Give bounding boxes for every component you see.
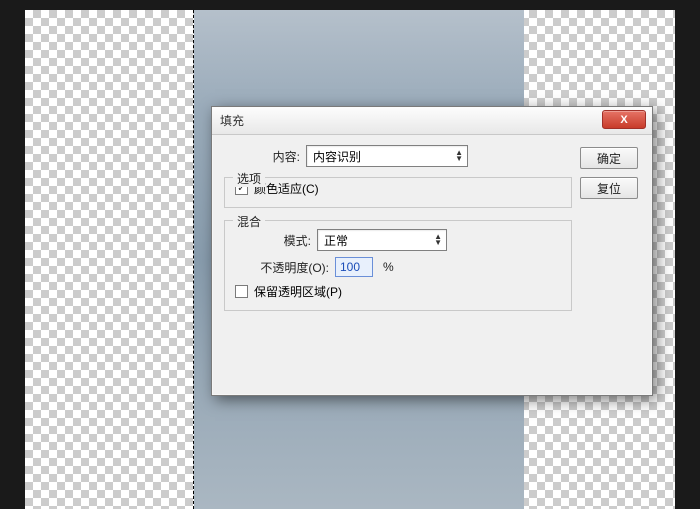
close-button[interactable]: X <box>602 110 646 129</box>
dialog-right-buttons: 确定 复位 <box>580 147 638 207</box>
content-label: 内容: <box>224 148 306 165</box>
ok-button[interactable]: 确定 <box>580 147 638 169</box>
dropdown-arrows-icon: ▲▼ <box>455 150 463 162</box>
content-dropdown-value: 内容识别 <box>313 148 361 165</box>
dropdown-arrows-icon: ▲▼ <box>434 234 442 246</box>
content-dropdown[interactable]: 内容识别 ▲▼ <box>306 145 468 167</box>
preserve-transparency-row: 保留透明区域(P) <box>235 283 561 300</box>
dialog-title: 填充 <box>220 112 244 129</box>
close-icon: X <box>620 114 627 126</box>
mode-label: 模式: <box>235 232 317 249</box>
blend-fieldset: 混合 模式: 正常 ▲▼ 不透明度(O): % 保留透明区域(P) <box>224 220 572 311</box>
color-adapt-row: ✓ 颜色适应(C) <box>235 180 561 197</box>
ok-button-label: 确定 <box>597 150 621 167</box>
selection-marquee-line <box>193 10 194 509</box>
reset-button[interactable]: 复位 <box>580 177 638 199</box>
dialog-body: 内容: 内容识别 ▲▼ 确定 复位 选项 ✓ 颜色适应(C) <box>212 135 652 395</box>
mode-row: 模式: 正常 ▲▼ <box>235 229 561 251</box>
opacity-label: 不透明度(O): <box>235 259 335 276</box>
preserve-transparency-checkbox[interactable] <box>235 285 248 298</box>
content-row: 内容: 内容识别 ▲▼ <box>224 145 640 167</box>
mode-dropdown[interactable]: 正常 ▲▼ <box>317 229 447 251</box>
fill-dialog: 填充 X 内容: 内容识别 ▲▼ 确定 复位 选项 ✓ <box>211 106 653 396</box>
dialog-titlebar[interactable]: 填充 X <box>212 107 652 135</box>
preserve-transparency-label: 保留透明区域(P) <box>254 283 342 300</box>
reset-button-label: 复位 <box>597 180 621 197</box>
blend-legend: 混合 <box>233 213 265 230</box>
opacity-row: 不透明度(O): % <box>235 257 561 277</box>
opacity-input[interactable] <box>335 257 373 277</box>
opacity-unit: % <box>383 260 394 274</box>
mode-dropdown-value: 正常 <box>324 232 348 249</box>
options-legend: 选项 <box>233 170 265 187</box>
options-fieldset: 选项 ✓ 颜色适应(C) <box>224 177 572 208</box>
